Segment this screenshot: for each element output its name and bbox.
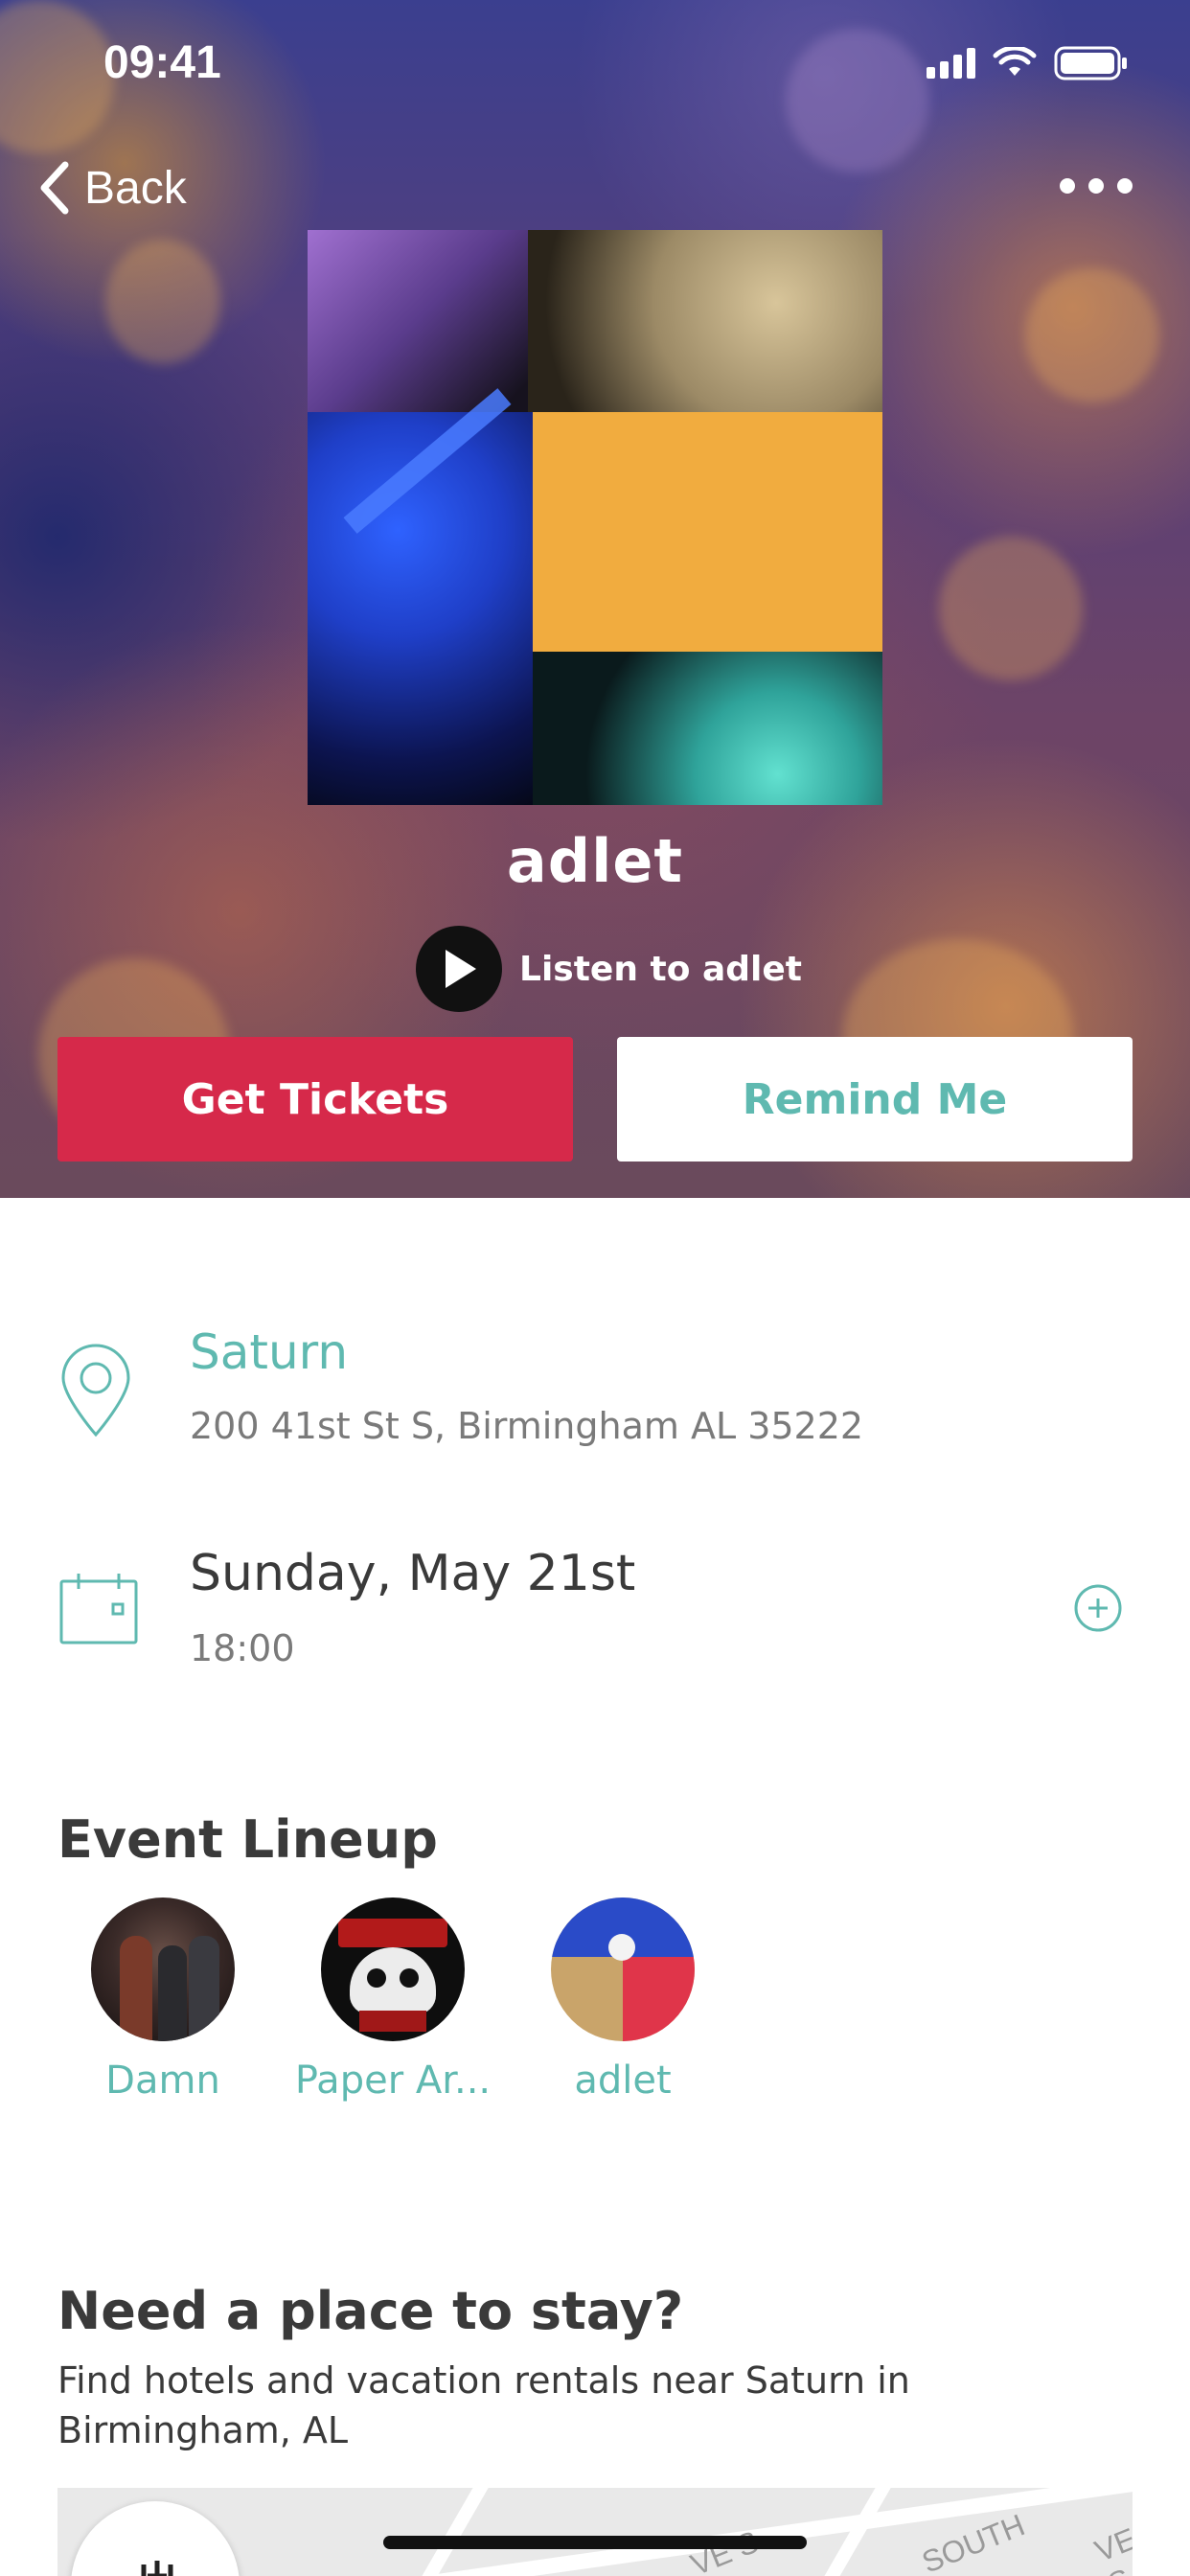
play-icon bbox=[416, 926, 502, 1012]
artist-avatar bbox=[91, 1898, 235, 2041]
get-tickets-button[interactable]: Get Tickets bbox=[57, 1037, 573, 1162]
wifi-icon bbox=[993, 47, 1037, 76]
remind-me-button[interactable]: Remind Me bbox=[617, 1037, 1133, 1162]
artist-avatar bbox=[551, 1898, 695, 2041]
map-hotel-marker[interactable] bbox=[71, 2501, 240, 2576]
event-hero: 09:41 Back adlet Listen to adlet Get Tic… bbox=[0, 0, 1190, 1198]
lineup-artist-name: Paper Ar... bbox=[294, 2058, 492, 2103]
bokeh-light bbox=[105, 240, 220, 364]
status-bar: 09:41 bbox=[0, 0, 1190, 125]
map-street-label: VE S bbox=[1089, 2520, 1133, 2576]
hotel-icon bbox=[141, 2561, 173, 2576]
artist-avatar bbox=[321, 1898, 465, 2041]
event-date: Sunday, May 21st bbox=[190, 1545, 636, 1602]
back-button[interactable]: Back bbox=[36, 161, 187, 215]
lineup-artist-paper[interactable]: Paper Ar... bbox=[283, 1898, 503, 2103]
venue-name-link[interactable]: Saturn bbox=[190, 1324, 348, 1380]
lineup-title: Event Lineup bbox=[57, 1809, 438, 1870]
artist-name: adlet bbox=[506, 826, 684, 896]
hotel-map[interactable]: VE S SOUTH VE S bbox=[57, 2488, 1133, 2576]
map-street-label: VE S bbox=[685, 2523, 764, 2576]
album-cover-image bbox=[308, 230, 882, 805]
calendar-icon bbox=[59, 1574, 138, 1644]
battery-icon bbox=[1054, 46, 1127, 80]
signal-icon bbox=[927, 48, 975, 79]
status-time: 09:41 bbox=[103, 37, 221, 88]
lineup-artist-damn[interactable]: Damn bbox=[53, 1898, 273, 2103]
home-indicator bbox=[383, 2536, 807, 2549]
event-time: 18:00 bbox=[190, 1627, 295, 1669]
add-circle-icon[interactable] bbox=[1073, 1583, 1123, 1633]
back-chevron-icon bbox=[40, 161, 69, 215]
more-icon[interactable] bbox=[1060, 178, 1133, 194]
listen-label: Listen to adlet bbox=[519, 949, 802, 989]
status-icons bbox=[927, 46, 1129, 80]
lineup-artist-name: Damn bbox=[105, 2058, 220, 2103]
lineup-artist-name: adlet bbox=[574, 2058, 672, 2103]
bokeh-light bbox=[1025, 268, 1159, 402]
map-road bbox=[402, 2488, 492, 2576]
venue-address: 200 41st St S, Birmingham AL 35222 bbox=[190, 1405, 864, 1447]
bokeh-light bbox=[939, 537, 1083, 680]
stay-title: Need a place to stay? bbox=[57, 2281, 684, 2341]
back-label: Back bbox=[84, 162, 187, 214]
location-pin-icon bbox=[61, 1344, 130, 1438]
listen-button[interactable]: Listen to adlet bbox=[416, 926, 802, 1012]
lineup-artist-adlet[interactable]: adlet bbox=[513, 1898, 733, 2103]
stay-description: Find hotels and vacation rentals near Sa… bbox=[57, 2359, 910, 2451]
